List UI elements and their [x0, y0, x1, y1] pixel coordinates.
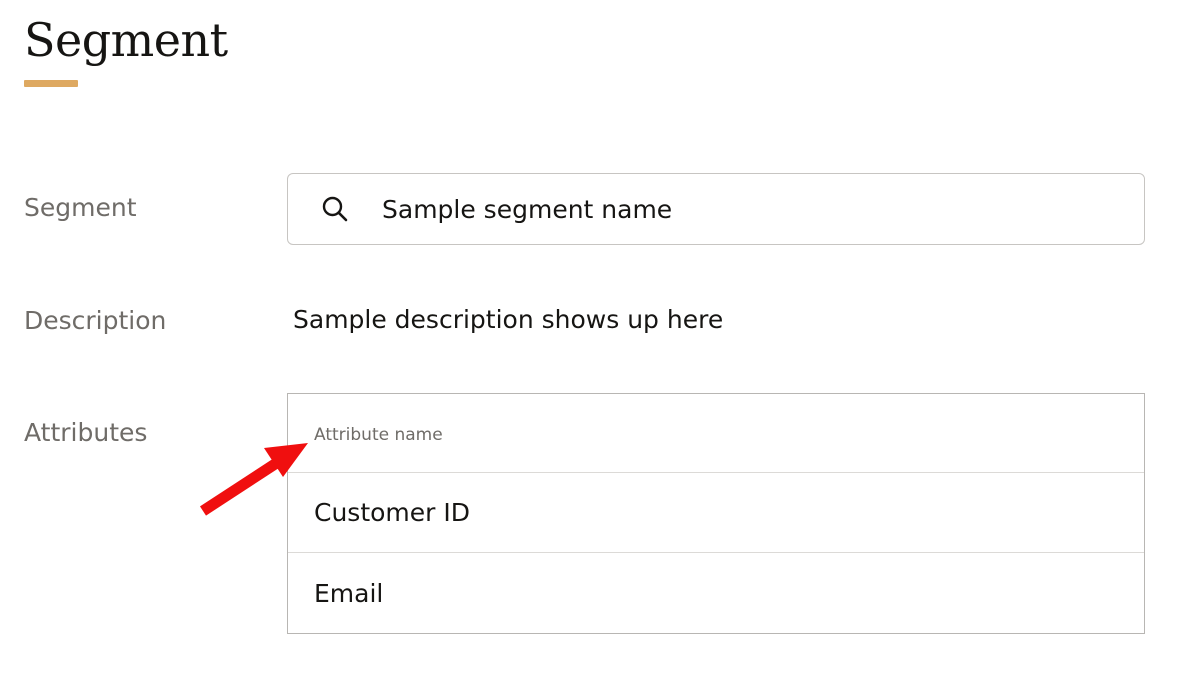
page-title: Segment	[24, 13, 228, 67]
segment-search-field[interactable]	[287, 173, 1145, 245]
attribute-name-column-header: Attribute name	[288, 394, 1144, 473]
table-row[interactable]: Customer ID	[288, 473, 1144, 553]
table-row[interactable]: Email	[288, 553, 1144, 633]
description-label: Description	[24, 306, 167, 335]
annotation-arrow-icon	[199, 443, 308, 516]
segment-search-input[interactable]	[382, 194, 1082, 224]
title-accent-underline	[24, 80, 78, 87]
search-icon	[322, 196, 348, 222]
segment-label: Segment	[24, 193, 137, 222]
description-value: Sample description shows up here	[293, 305, 724, 334]
attributes-table: Attribute name Customer ID Email	[287, 393, 1145, 634]
attributes-label: Attributes	[24, 418, 148, 447]
